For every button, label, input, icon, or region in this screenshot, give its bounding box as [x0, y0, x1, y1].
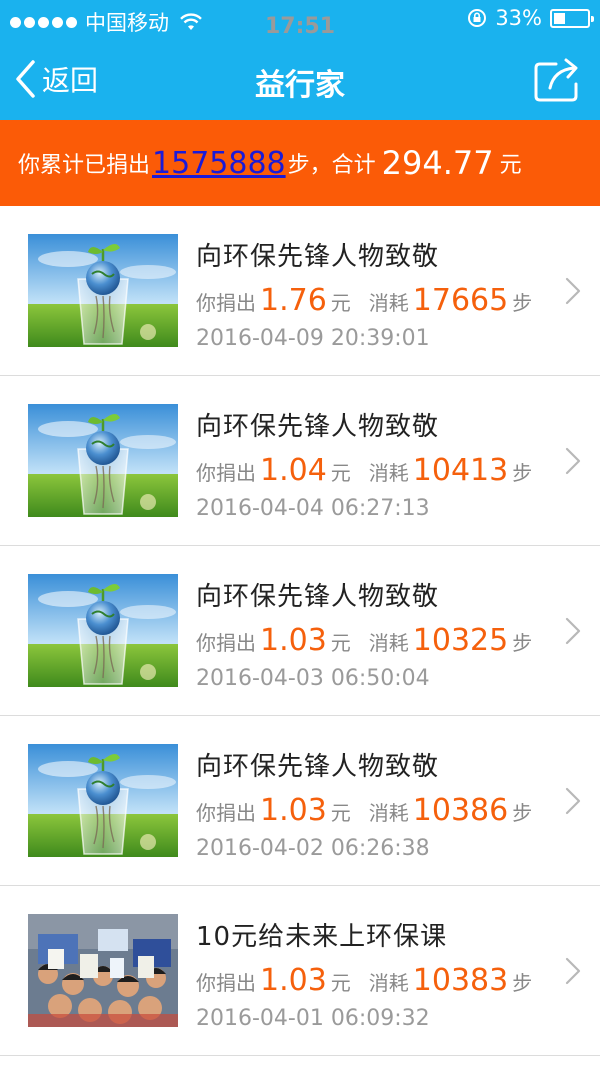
consumed-label: 消耗 — [368, 291, 409, 315]
item-title: 向环保先锋人物致敬 — [196, 242, 440, 272]
list-item[interactable]: 10元给未来上环保课 你捐出 1.03 元 消耗 10383 步 2016-04… — [0, 886, 600, 1056]
item-text: 10元给未来上环保课 你捐出 1.03 元 消耗 10383 步 2016-04… — [196, 916, 540, 1031]
item-datetime: 2016-04-01 06:09:32 — [196, 1006, 430, 1031]
consumed-label: 消耗 — [368, 971, 409, 995]
consumed-steps: 10383 — [412, 963, 509, 998]
chevron-right-icon — [565, 617, 581, 645]
donated-label: 你捐出 — [196, 461, 256, 485]
item-text: 向环保先锋人物致敬 你捐出 1.76 元 消耗 17665 步 2016-04-… — [196, 236, 540, 351]
item-meta: 你捐出 1.03 元 消耗 10386 步 — [196, 793, 540, 828]
item-title: 10元给未来上环保课 — [196, 922, 448, 952]
donated-amount: 1.03 — [260, 963, 327, 998]
list-item[interactable]: 向环保先锋人物致敬 你捐出 1.04 元 消耗 10413 步 2016-04-… — [0, 376, 600, 546]
steps-unit: 步 — [512, 461, 533, 485]
summary-mid: 步，合计 — [287, 153, 376, 178]
consumed-steps: 10325 — [412, 623, 509, 658]
item-meta: 你捐出 1.03 元 消耗 10325 步 — [196, 623, 540, 658]
donated-amount: 1.03 — [260, 623, 327, 658]
consumed-steps: 10413 — [412, 453, 509, 488]
item-text: 向环保先锋人物致敬 你捐出 1.04 元 消耗 10413 步 2016-04-… — [196, 406, 540, 521]
plant-glass-image — [28, 404, 178, 517]
consumed-steps: 10386 — [412, 793, 509, 828]
consumed-label: 消耗 — [368, 631, 409, 655]
chevron-right-icon — [565, 277, 581, 305]
plant-glass-image — [28, 234, 178, 347]
item-text: 向环保先锋人物致敬 你捐出 1.03 元 消耗 10325 步 2016-04-… — [196, 576, 540, 691]
donated-label: 你捐出 — [196, 291, 256, 315]
item-title: 向环保先锋人物致敬 — [196, 752, 440, 782]
status-bar: 中国移动 17:51 33% — [0, 0, 600, 40]
item-meta: 你捐出 1.04 元 消耗 10413 步 — [196, 453, 540, 488]
battery-percent: 33% — [495, 6, 542, 30]
donated-amount: 1.76 — [260, 283, 327, 318]
list-item[interactable]: 向环保先锋人物致敬 你捐出 1.76 元 消耗 17665 步 2016-04-… — [0, 206, 600, 376]
donated-amount: 1.04 — [260, 453, 327, 488]
donated-label: 你捐出 — [196, 631, 256, 655]
item-meta: 你捐出 1.03 元 消耗 10383 步 — [196, 963, 540, 998]
summary-prefix: 你累计已捐出 — [18, 153, 151, 178]
item-datetime: 2016-04-02 06:26:38 — [196, 836, 430, 861]
nav-bar: 返回 益行家 — [0, 40, 600, 120]
share-icon[interactable] — [532, 56, 582, 104]
steps-unit: 步 — [512, 971, 533, 995]
donated-label: 你捐出 — [196, 971, 256, 995]
total-amount: 294.77 — [381, 144, 494, 182]
summary-suffix: 元 — [499, 153, 522, 178]
children-photo — [28, 914, 178, 1027]
yuan-unit: 元 — [330, 971, 351, 995]
item-meta: 你捐出 1.76 元 消耗 17665 步 — [196, 283, 540, 318]
steps-unit: 步 — [512, 631, 533, 655]
donated-amount: 1.03 — [260, 793, 327, 828]
consumed-label: 消耗 — [368, 801, 409, 825]
item-datetime: 2016-04-09 20:39:01 — [196, 326, 430, 351]
donation-summary: 你累计已捐出 1575888 步，合计 294.77 元 — [0, 120, 600, 206]
status-right: 33% — [467, 6, 594, 30]
total-steps-link[interactable]: 1575888 — [152, 146, 286, 181]
item-datetime: 2016-04-03 06:50:04 — [196, 666, 430, 691]
item-datetime: 2016-04-04 06:27:13 — [196, 496, 430, 521]
yuan-unit: 元 — [330, 461, 351, 485]
chevron-right-icon — [565, 787, 581, 815]
list-item[interactable]: 向环保先锋人物致敬 你捐出 1.03 元 消耗 10386 步 2016-04-… — [0, 716, 600, 886]
top-bar: 中国移动 17:51 33% 返回 益行家 — [0, 0, 600, 120]
yuan-unit: 元 — [330, 801, 351, 825]
steps-unit: 步 — [512, 801, 533, 825]
donation-list: 向环保先锋人物致敬 你捐出 1.76 元 消耗 17665 步 2016-04-… — [0, 206, 600, 1056]
rotation-lock-icon — [468, 9, 487, 27]
yuan-unit: 元 — [330, 631, 351, 655]
chevron-right-icon — [565, 957, 581, 985]
plant-glass-image — [28, 744, 178, 857]
consumed-steps: 17665 — [412, 283, 509, 318]
consumed-label: 消耗 — [368, 461, 409, 485]
donated-label: 你捐出 — [196, 801, 256, 825]
item-text: 向环保先锋人物致敬 你捐出 1.03 元 消耗 10386 步 2016-04-… — [196, 746, 540, 861]
list-item[interactable]: 向环保先锋人物致敬 你捐出 1.03 元 消耗 10325 步 2016-04-… — [0, 546, 600, 716]
item-title: 向环保先锋人物致敬 — [196, 582, 440, 612]
battery-icon — [550, 8, 594, 28]
steps-unit: 步 — [512, 291, 533, 315]
yuan-unit: 元 — [330, 291, 351, 315]
chevron-right-icon — [565, 447, 581, 475]
page-title: 益行家 — [255, 68, 345, 103]
plant-glass-image — [28, 574, 178, 687]
item-title: 向环保先锋人物致敬 — [196, 412, 440, 442]
